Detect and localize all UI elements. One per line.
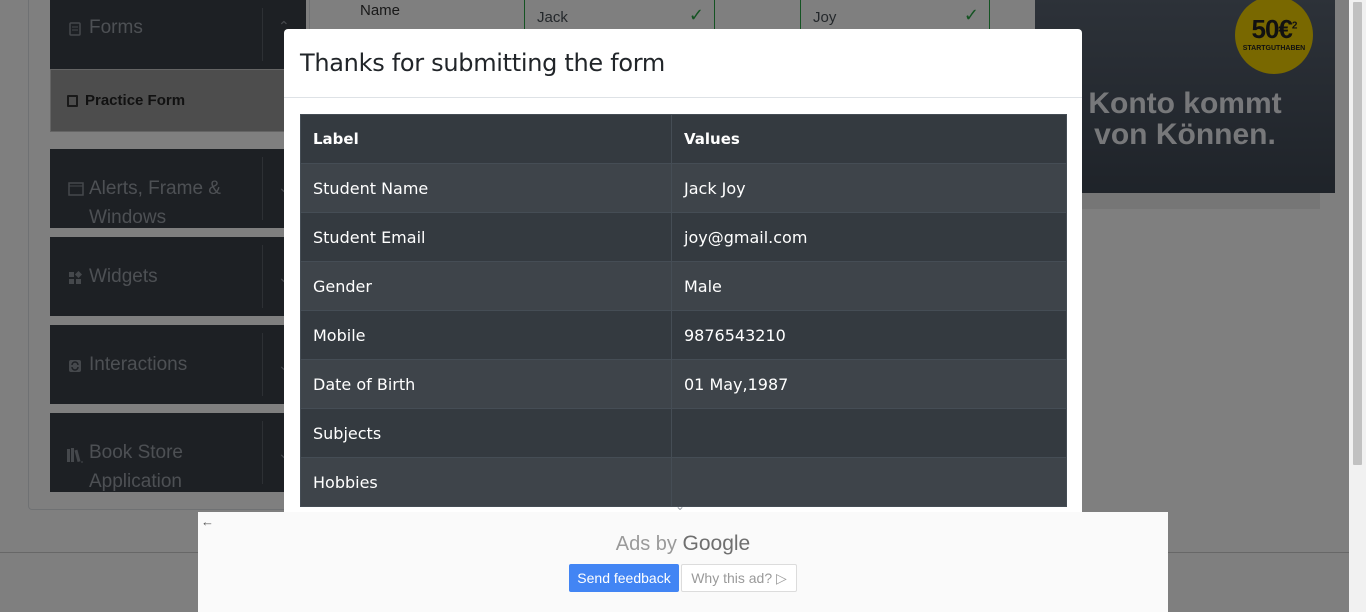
modal-body: Label Values Student Name Jack Joy Stude… [300, 114, 1067, 507]
back-arrow-icon[interactable]: ← [201, 514, 214, 529]
table-row: Date of Birth 01 May,1987 [300, 359, 1067, 409]
row-label: Date of Birth [300, 359, 672, 409]
ad-bar: ← Ads by Google Send feedback Why this a… [198, 512, 1168, 612]
row-label: Gender [300, 261, 672, 311]
why-this-ad-button[interactable]: Why this ad? ▷ [681, 564, 797, 592]
scrollbar-thumb[interactable] [1353, 2, 1362, 465]
row-label: Student Email [300, 212, 672, 262]
table-row: Subjects [300, 408, 1067, 458]
column-header-values: Values [671, 114, 1067, 164]
google-logo: Google [682, 532, 751, 555]
column-header-label: Label [300, 114, 672, 164]
row-value [671, 457, 1067, 507]
row-value: Jack Joy [671, 163, 1067, 213]
table-row: Gender Male [300, 261, 1067, 311]
ads-by-google: Ads by Google [198, 532, 1168, 556]
row-label: Mobile [300, 310, 672, 360]
table-row: Mobile 9876543210 [300, 310, 1067, 360]
page-scrollbar[interactable] [1349, 0, 1366, 612]
submission-modal: Thanks for submitting the form Label Val… [284, 29, 1082, 529]
table-row: Student Name Jack Joy [300, 163, 1067, 213]
row-label: Subjects [300, 408, 672, 458]
modal-title: Thanks for submitting the form [300, 49, 665, 77]
ads-by-label: Ads by [615, 533, 677, 555]
table-row: Student Email joy@gmail.com [300, 212, 1067, 262]
row-value: joy@gmail.com [671, 212, 1067, 262]
row-label: Student Name [300, 163, 672, 213]
row-label: Hobbies [300, 457, 672, 507]
modal-header: Thanks for submitting the form [284, 29, 1082, 98]
submission-table: Label Values Student Name Jack Joy Stude… [300, 114, 1067, 507]
row-value: Male [671, 261, 1067, 311]
row-value: 01 May,1987 [671, 359, 1067, 409]
table-header-row: Label Values [300, 114, 1067, 164]
row-value: 9876543210 [671, 310, 1067, 360]
chevron-down-icon: ⌄ [675, 499, 686, 513]
row-value [671, 408, 1067, 458]
send-feedback-button[interactable]: Send feedback [569, 564, 679, 592]
